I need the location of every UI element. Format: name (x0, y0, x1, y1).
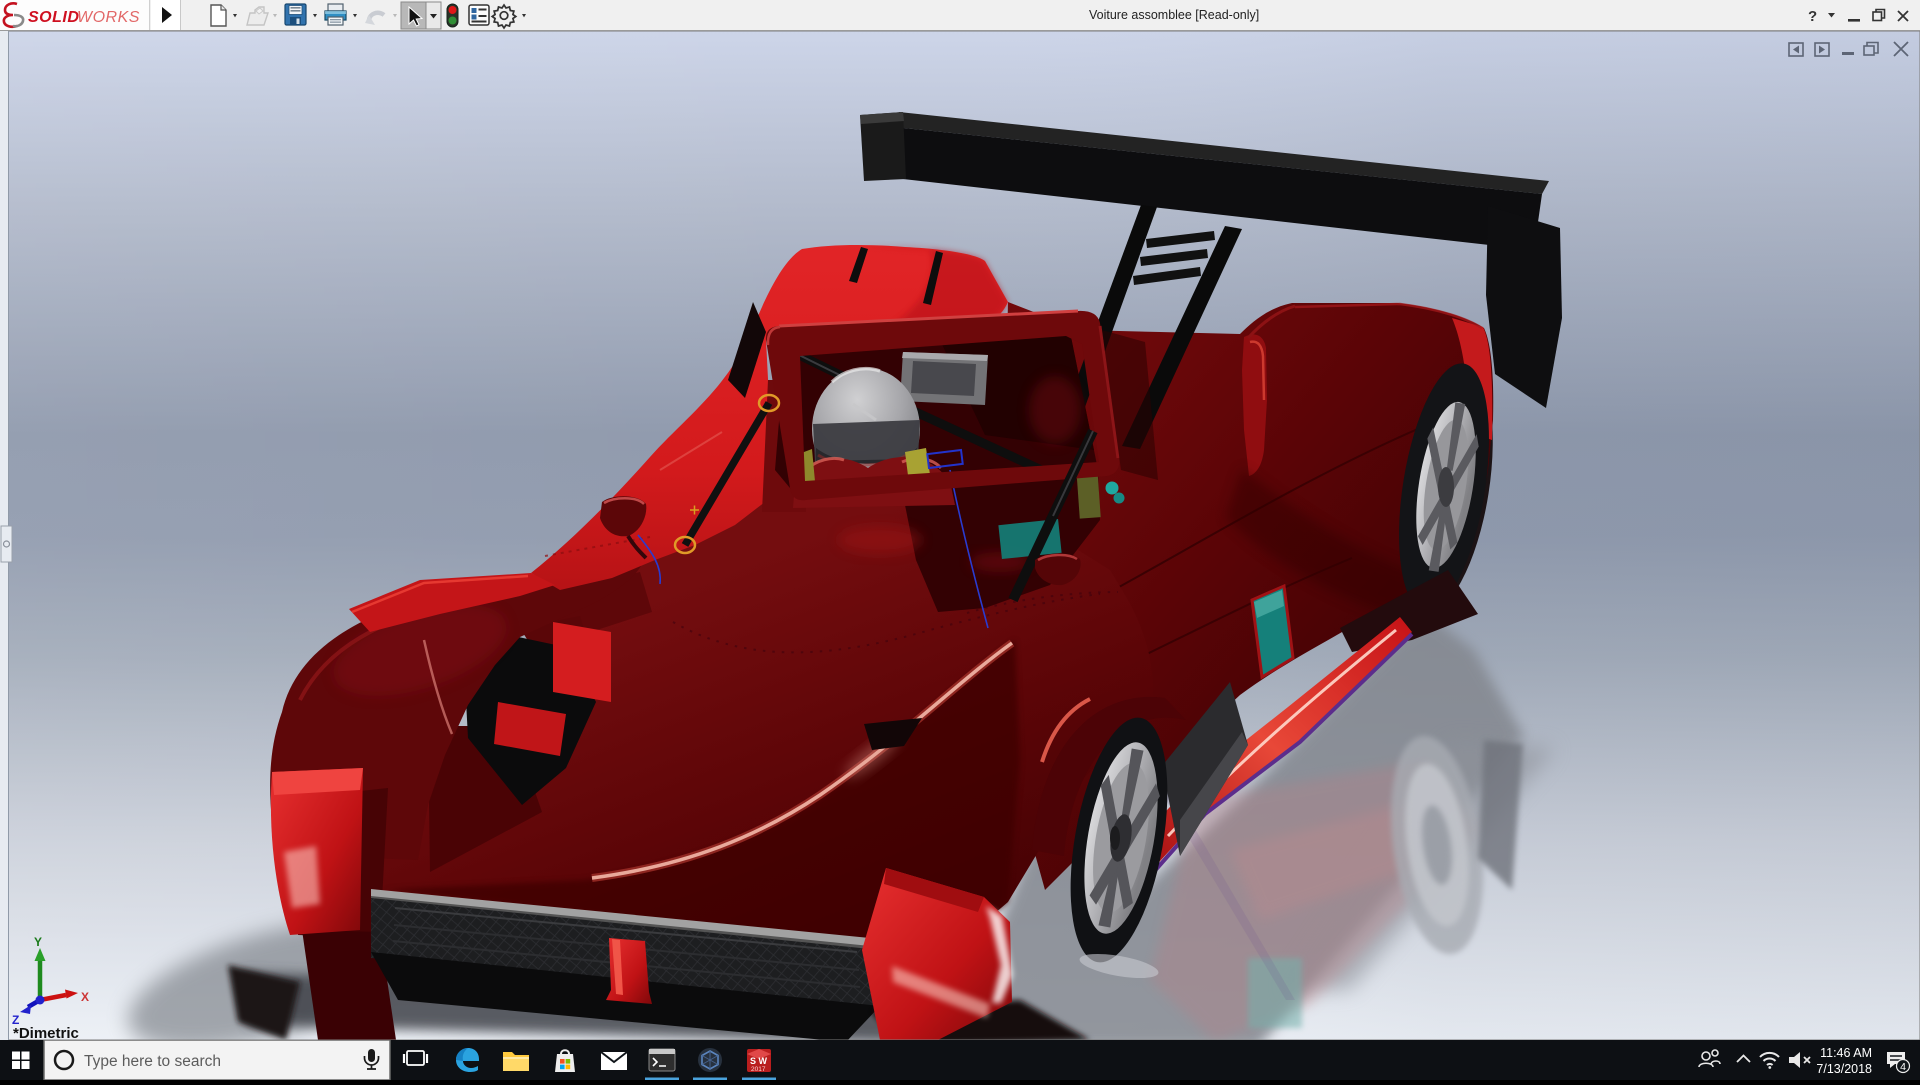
svg-text:S W: S W (750, 1056, 768, 1066)
svg-text:SOLID: SOLID (28, 9, 79, 26)
svg-text:X: X (81, 990, 89, 1004)
svg-text:11:46 AM: 11:46 AM (1820, 1046, 1872, 1060)
svg-text:Y: Y (34, 935, 42, 949)
svg-text:WORKS: WORKS (77, 9, 140, 26)
svg-text:4: 4 (1900, 1061, 1906, 1073)
svg-text:?: ? (1808, 8, 1817, 25)
svg-text:7/13/2018: 7/13/2018 (1816, 1062, 1872, 1076)
svg-text:*Dimetric: *Dimetric (13, 1025, 79, 1040)
svg-text:2017: 2017 (751, 1066, 766, 1073)
svg-text:Type here to search: Type here to search (84, 1053, 221, 1070)
